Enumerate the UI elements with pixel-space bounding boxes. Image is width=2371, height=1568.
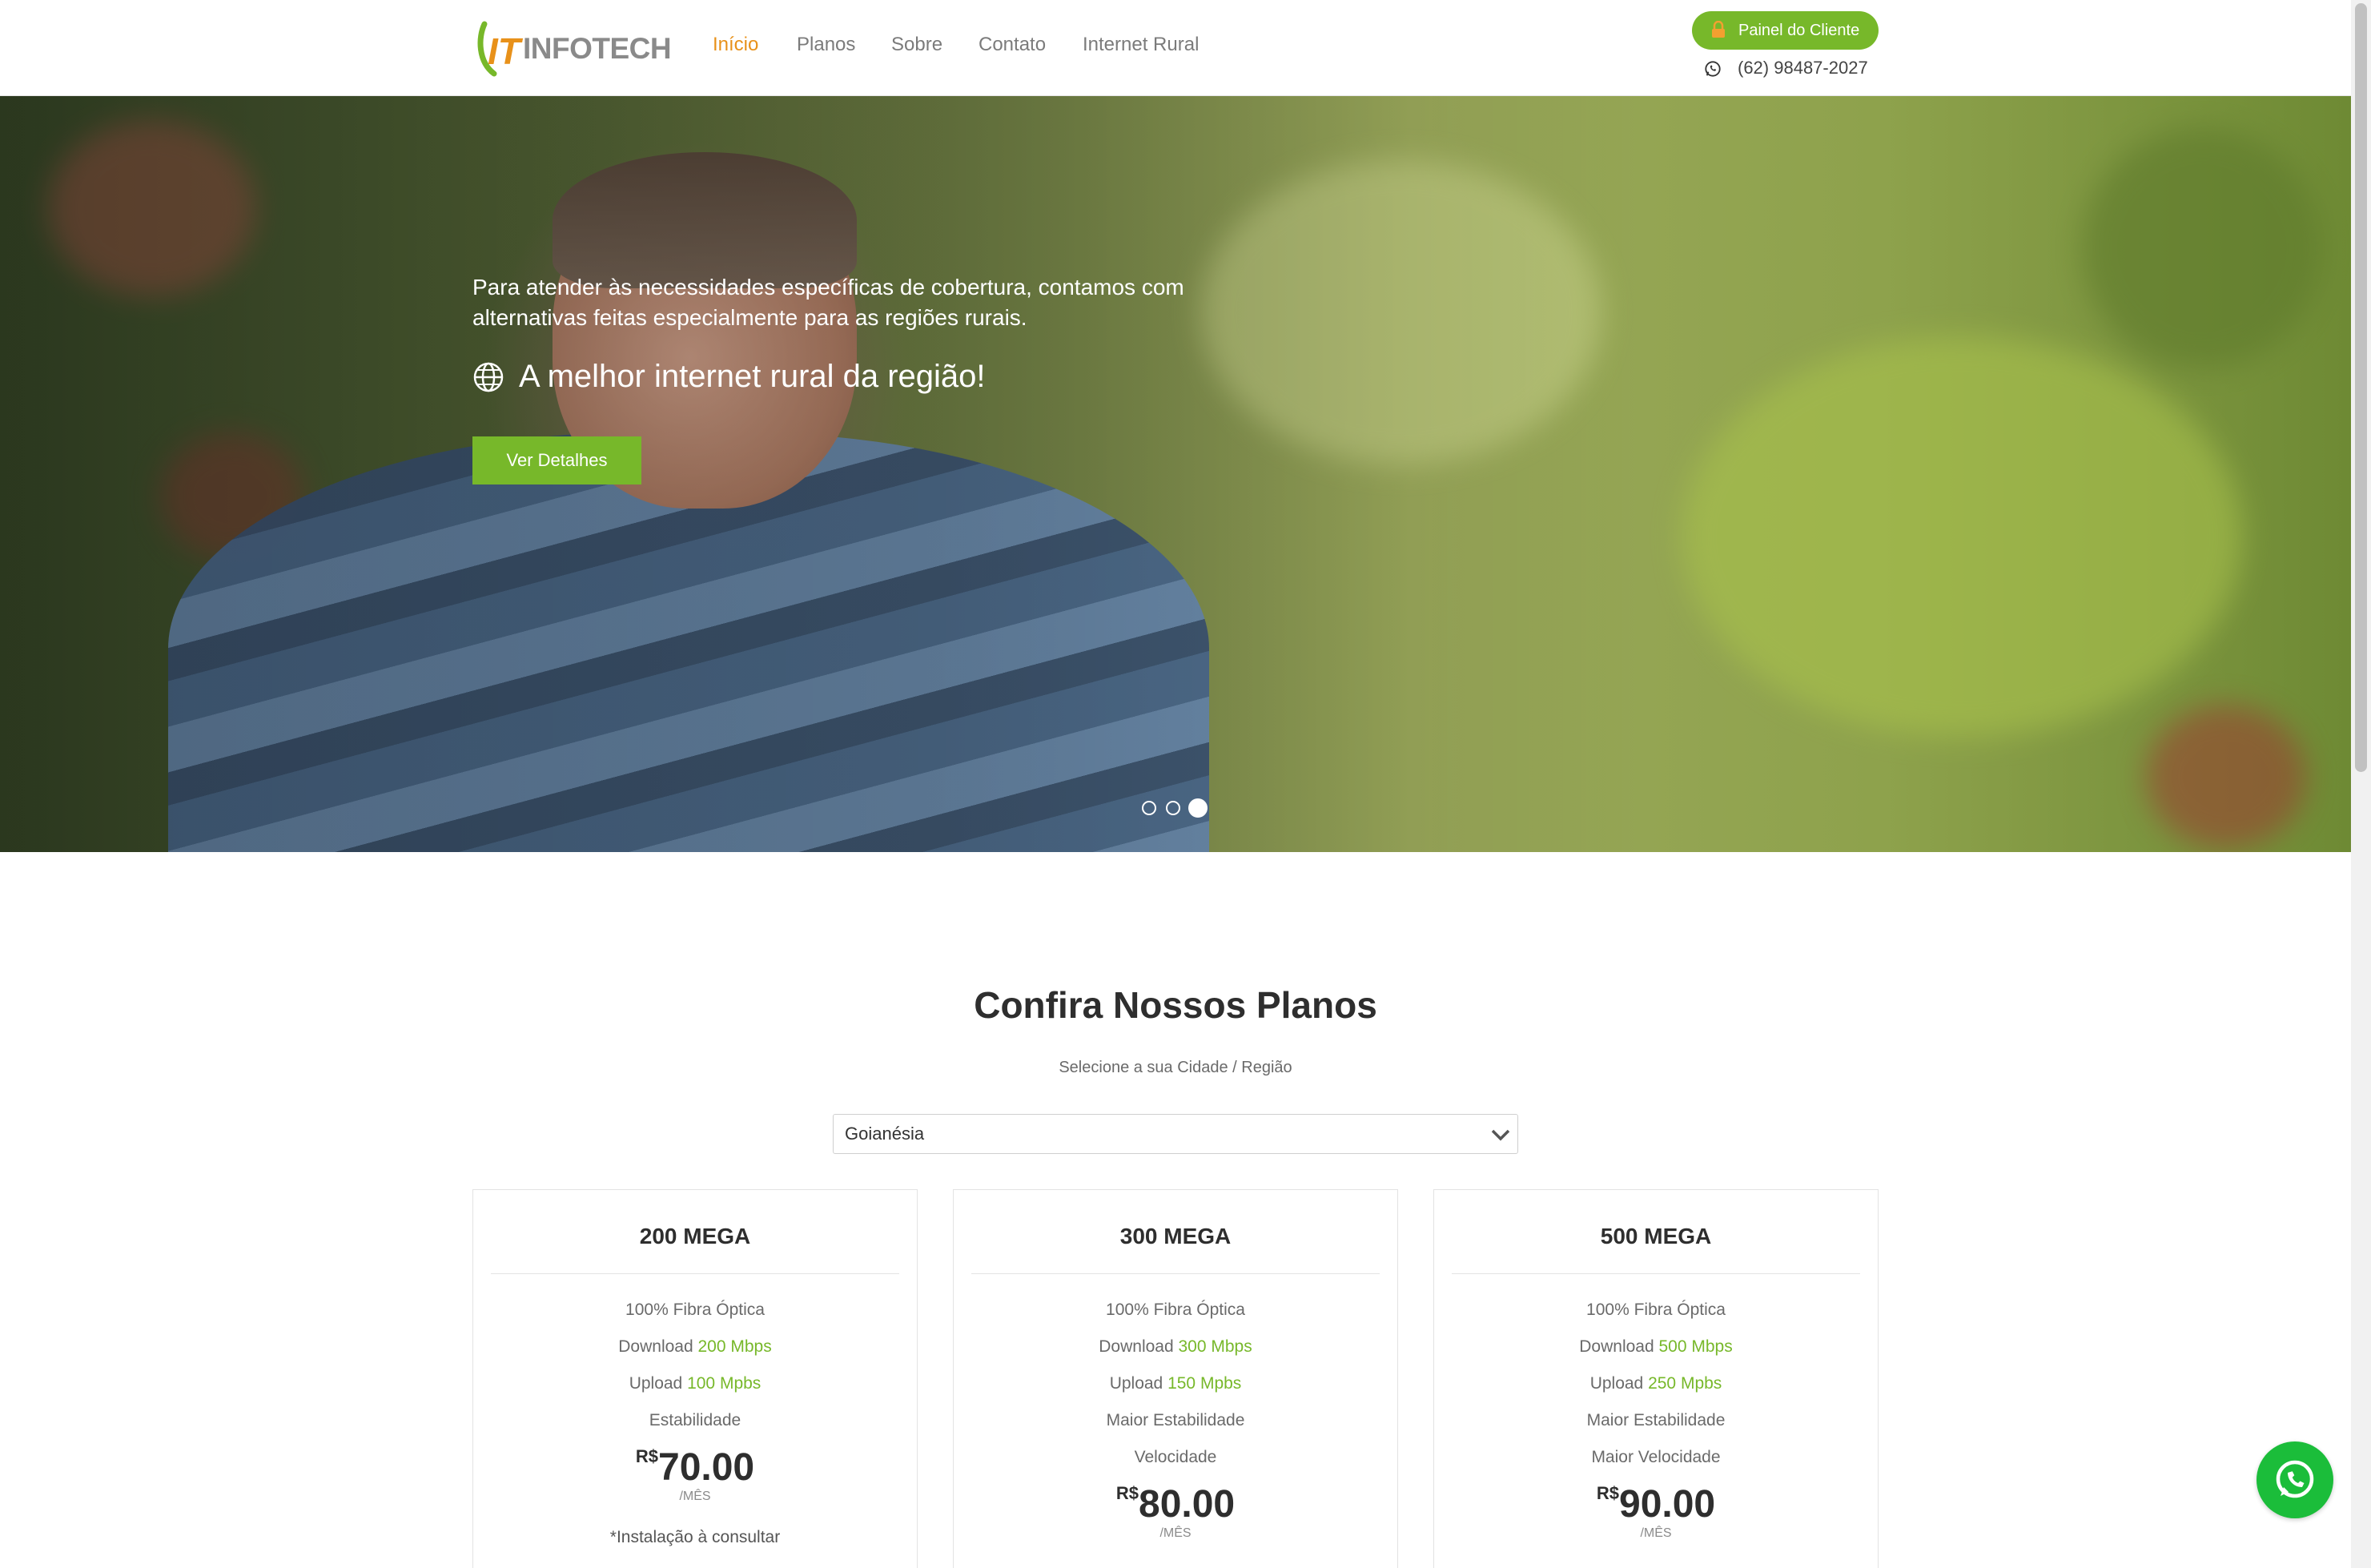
hero-banner [0,96,2351,852]
site-header: IT INFOTECH Início Planos Sobre Contato … [0,0,2351,96]
plan-period: /MÊS [679,1490,711,1503]
plan-feature: Download 300 Mbps [1099,1337,1252,1356]
plans-title: Confira Nossos Planos [974,984,1377,1026]
hero-description: Para atender às necessidades específicas… [472,275,1184,330]
plans-subtitle: Selecione a sua Cidade / Região [1059,1059,1292,1076]
chevron-down-icon [1491,1129,1510,1141]
plan-feature: Estabilidade [649,1411,741,1429]
plan-feature: Upload 150 Mpbs [1109,1374,1242,1393]
details-button[interactable]: Ver Detalhes [472,436,641,484]
plan-feature: Maior Velocidade [1591,1448,1721,1466]
hero-overlay [0,96,2351,852]
plan-price: R$80.00 [1115,1483,1236,1526]
slide-dot-1[interactable] [1142,801,1156,815]
plan-name: 200 MEGA [639,1224,751,1248]
client-panel-label: Painel do Cliente [1738,21,1860,39]
whatsapp-chat-button[interactable] [2256,1441,2333,1518]
plan-feature: Upload 250 Mpbs [1589,1374,1722,1393]
plan-period: /MÊS [1640,1526,1672,1540]
lock-icon [1712,21,1725,38]
plan-price: R$70.00 [635,1446,755,1489]
plan-name: 300 MEGA [1119,1224,1232,1248]
plan-feature: Velocidade [1134,1448,1217,1466]
plan-feature: Download 500 Mbps [1579,1337,1733,1356]
hero-headline: A melhor internet rural da região! [472,359,986,395]
whatsapp-phone[interactable]: (62) 98487-2027 [1704,58,1868,78]
plan-feature: Upload 100 Mpbs [629,1374,762,1393]
plan-feature: 100% Fibra Óptica [625,1301,765,1319]
plan-card-500: 500 MEGA 100% Fibra Óptica Download 500 … [1433,1189,1879,1568]
plan-price: R$90.00 [1596,1483,1716,1526]
divider [491,1273,899,1274]
region-selected-value: Goianésia [845,1124,925,1144]
nav-planos[interactable]: Planos [797,34,855,56]
logo-mark-icon: IT [477,21,524,77]
globe-icon [473,362,504,392]
plan-card-300: 300 MEGA 100% Fibra Óptica Download 300 … [953,1189,1398,1568]
plan-install-note: *Instalação à consultar [609,1528,781,1546]
phone-number: (62) 98487-2027 [1738,58,1868,78]
plan-period: /MÊS [1159,1526,1192,1540]
region-select[interactable]: Goianésia [833,1114,1518,1154]
nav-internet-rural[interactable]: Internet Rural [1083,34,1199,56]
plan-feature: 100% Fibra Óptica [1586,1301,1726,1319]
divider [1452,1273,1860,1274]
nav-inicio[interactable]: Início [713,34,758,56]
plan-feature: 100% Fibra Óptica [1106,1301,1245,1319]
svg-text:IT: IT [488,30,524,72]
plan-card-200: 200 MEGA 100% Fibra Óptica Download 200 … [472,1189,918,1568]
scrollbar-thumb[interactable] [2355,3,2367,772]
plan-name: 500 MEGA [1600,1224,1712,1248]
nav-contato[interactable]: Contato [979,34,1046,56]
slide-dot-3[interactable] [1188,798,1208,818]
client-panel-button[interactable]: Painel do Cliente [1692,11,1879,50]
plan-feature: Maior Estabilidade [1586,1411,1726,1429]
logo-wordmark: INFOTECH [523,32,672,65]
hero-headline-text: A melhor internet rural da região! [519,359,986,394]
divider [971,1273,1380,1274]
plan-feature: Download 200 Mbps [618,1337,772,1356]
slide-dot-2[interactable] [1166,801,1180,815]
infotech-logo[interactable]: IT INFOTECH [476,18,672,78]
page-scrollbar[interactable] [2351,0,2371,1568]
whatsapp-icon [1705,61,1721,77]
whatsapp-icon [2276,1460,2314,1498]
plan-feature: Maior Estabilidade [1106,1411,1245,1429]
nav-sobre[interactable]: Sobre [891,34,942,56]
